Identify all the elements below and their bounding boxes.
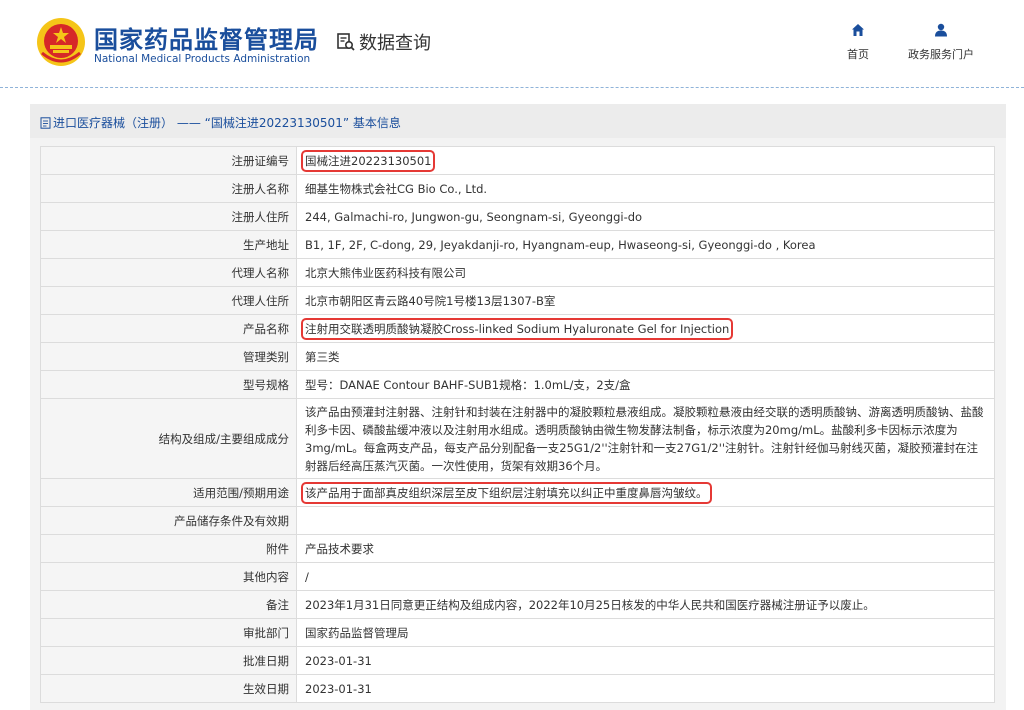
site-header: 国家药品监督管理局 National Medical Products Admi… [0, 0, 1024, 88]
table-row: 附件 产品技术要求 [40, 534, 995, 563]
row-value: 244, Galmachi-ro, Jungwon-gu, Seongnam-s… [305, 209, 643, 224]
section-title: 进口医疗器械（注册） —— “国械注进20223130501” 基本信息 [40, 114, 401, 131]
table-row: 生效日期 2023-01-31 [40, 674, 995, 703]
table-row: 管理类别 第三类 [40, 342, 995, 371]
document-icon [40, 116, 51, 129]
row-value-cell: 国家药品监督管理局 [296, 618, 995, 647]
row-label: 产品名称 [40, 314, 297, 343]
row-value-cell: 产品技术要求 [296, 534, 995, 563]
row-value: 型号：DANAE Contour BAHF-SUB1规格：1.0mL/支，2支/… [305, 377, 631, 392]
nav-home[interactable]: 首页 [838, 22, 878, 62]
table-row: 型号规格 型号：DANAE Contour BAHF-SUB1规格：1.0mL/支… [40, 370, 995, 399]
nav-home-label: 首页 [847, 48, 869, 61]
header-divider [0, 87, 1024, 88]
row-value-cell: 2023年1月31日同意更正结构及组成内容，2022年10月25日核发的中华人民… [296, 590, 995, 619]
table-row: 产品储存条件及有效期 [40, 506, 995, 535]
home-icon [852, 24, 864, 36]
row-value: 国家药品监督管理局 [305, 625, 409, 640]
row-label: 生产地址 [40, 230, 297, 259]
row-value: 细基生物株式会社CG Bio Co., Ltd. [305, 181, 488, 196]
row-value-cell: 国械注进20223130501 [296, 146, 995, 175]
row-value-cell: 2023-01-31 [296, 674, 995, 703]
row-value-cell: 244, Galmachi-ro, Jungwon-gu, Seongnam-s… [296, 202, 995, 231]
highlighted-value: 国械注进20223130501 [300, 149, 436, 172]
row-label: 产品储存条件及有效期 [40, 506, 297, 535]
table-row: 生产地址 B1, 1F, 2F, C-dong, 29, Jeyakdanji-r… [40, 230, 995, 259]
search-document-icon [337, 33, 355, 51]
row-value-cell: 细基生物株式会社CG Bio Co., Ltd. [296, 174, 995, 203]
national-emblem-icon [37, 18, 85, 66]
section-title-text: 进口医疗器械（注册） —— “国械注进20223130501” 基本信息 [53, 116, 401, 130]
nav-service-portal[interactable]: 政务服务门户 [898, 22, 984, 62]
row-label: 备注 [40, 590, 297, 619]
row-label: 注册人住所 [40, 202, 297, 231]
row-label: 批准日期 [40, 646, 297, 675]
nav-service-portal-label: 政务服务门户 [908, 48, 974, 61]
row-value-cell: 该产品用于面部真皮组织深层至皮下组织层注射填充以纠正中重度鼻唇沟皱纹。 [296, 478, 995, 507]
highlighted-value: 注射用交联透明质酸钠凝胶Cross-linked Sodium Hyaluron… [300, 317, 734, 340]
row-value-cell: / [296, 562, 995, 591]
row-label: 代理人名称 [40, 258, 297, 287]
row-value: 2023-01-31 [305, 653, 372, 668]
table-row: 其他内容 / [40, 562, 995, 591]
info-panel: 注册证编号 国械注进20223130501 注册人名称 细基生物株式会社CG Bio … [30, 138, 1006, 710]
row-label: 其他内容 [40, 562, 297, 591]
row-label: 代理人住所 [40, 286, 297, 315]
table-row: 审批部门 国家药品监督管理局 [40, 618, 995, 647]
row-value-cell: 第三类 [296, 342, 995, 371]
data-query-link[interactable]: 数据查询 [336, 29, 431, 55]
row-label: 注册人名称 [40, 174, 297, 203]
table-row: 代理人住所 北京市朝阳区青云路40号院1号楼13层1307-B室 [40, 286, 995, 315]
row-value-cell: 北京大熊伟业医药科技有限公司 [296, 258, 995, 287]
table-row: 适用范围/预期用途 该产品用于面部真皮组织深层至皮下组织层注射填充以纠正中重度鼻唇… [40, 478, 995, 507]
row-value-cell: B1, 1F, 2F, C-dong, 29, Jeyakdanji-ro, H… [296, 230, 995, 259]
data-query-label: 数据查询 [359, 33, 431, 54]
highlighted-value: 该产品用于面部真皮组织深层至皮下组织层注射填充以纠正中重度鼻唇沟皱纹。 [301, 481, 712, 504]
device-info-table-body: 注册证编号 国械注进20223130501 注册人名称 细基生物株式会社CG Bio … [40, 146, 995, 703]
row-value: 第三类 [305, 349, 340, 364]
brand-name-en: National Medical Products Administration [94, 53, 311, 65]
row-label: 生效日期 [40, 674, 297, 703]
row-value: 2023年1月31日同意更正结构及组成内容，2022年10月25日核发的中华人民… [305, 597, 875, 612]
row-label: 注册证编号 [40, 146, 297, 175]
table-row: 批准日期 2023-01-31 [40, 646, 995, 675]
row-label: 审批部门 [40, 618, 297, 647]
table-row: 代理人名称 北京大熊伟业医药科技有限公司 [40, 258, 995, 287]
row-value: 北京市朝阳区青云路40号院1号楼13层1307-B室 [305, 293, 556, 308]
row-label: 结构及组成/主要组成成分 [40, 398, 297, 479]
table-row: 注册人名称 细基生物株式会社CG Bio Co., Ltd. [40, 174, 995, 203]
row-value: 2023-01-31 [305, 681, 372, 696]
row-label: 适用范围/预期用途 [40, 478, 297, 507]
table-row: 注册人住所 244, Galmachi-ro, Jungwon-gu, Seong… [40, 202, 995, 231]
table-row: 注册证编号 国械注进20223130501 [40, 146, 995, 175]
user-icon [935, 23, 947, 37]
row-value: 产品技术要求 [305, 541, 374, 556]
row-value-cell: 该产品由预灌封注射器、注射针和封装在注射器中的凝胶颗粒悬液组成。凝胶颗粒悬液由经… [296, 398, 995, 479]
row-label: 附件 [40, 534, 297, 563]
row-value: 北京大熊伟业医药科技有限公司 [305, 265, 466, 280]
table-row: 备注 2023年1月31日同意更正结构及组成内容，2022年10月25日核发的中华… [40, 590, 995, 619]
row-value-cell: 注射用交联透明质酸钠凝胶Cross-linked Sodium Hyaluron… [296, 314, 995, 343]
device-info-table: 注册证编号 国械注进20223130501 注册人名称 细基生物株式会社CG Bio … [40, 146, 995, 703]
row-value: 该产品由预灌封注射器、注射针和封装在注射器中的凝胶颗粒悬液组成。凝胶颗粒悬液由经… [305, 404, 984, 473]
row-label: 管理类别 [40, 342, 297, 371]
row-value-cell [296, 506, 995, 535]
section-title-bar: 进口医疗器械（注册） —— “国械注进20223130501” 基本信息 [30, 104, 1006, 138]
row-value-cell: 型号：DANAE Contour BAHF-SUB1规格：1.0mL/支，2支/… [296, 370, 995, 399]
row-label: 型号规格 [40, 370, 297, 399]
row-value-cell: 北京市朝阳区青云路40号院1号楼13层1307-B室 [296, 286, 995, 315]
table-row: 产品名称 注射用交联透明质酸钠凝胶Cross-linked Sodium Hyal… [40, 314, 995, 343]
row-value: / [305, 569, 309, 584]
row-value: B1, 1F, 2F, C-dong, 29, Jeyakdanji-ro, H… [305, 237, 816, 252]
row-value-cell: 2023-01-31 [296, 646, 995, 675]
brand-name-cn: 国家药品监督管理局 [94, 26, 319, 54]
table-row: 结构及组成/主要组成成分 该产品由预灌封注射器、注射针和封装在注射器中的凝胶颗粒悬… [40, 398, 995, 479]
